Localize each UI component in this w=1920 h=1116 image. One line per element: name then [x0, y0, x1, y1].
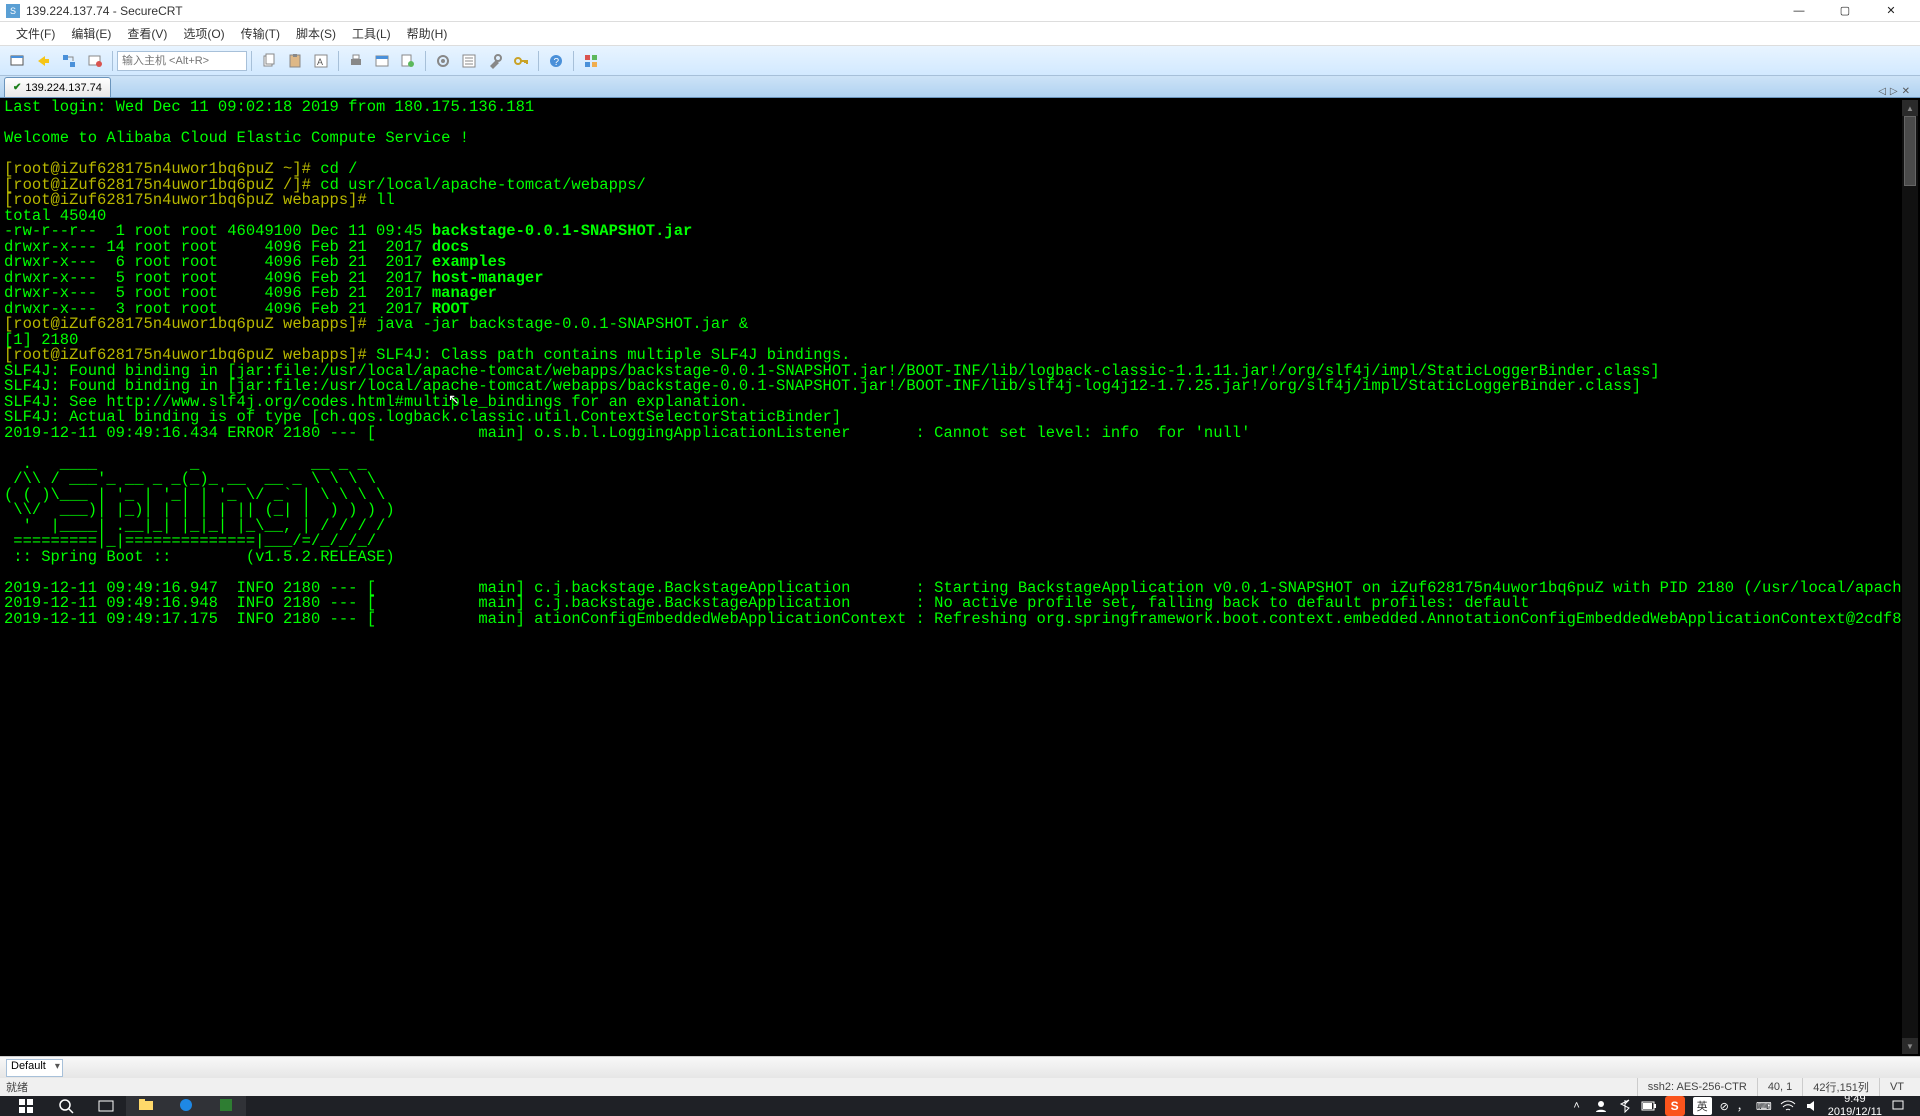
new-session-button[interactable] — [396, 49, 420, 73]
sogou-ime-icon[interactable]: S — [1665, 1096, 1685, 1116]
terminal-area[interactable]: Last login: Wed Dec 11 09:02:18 2019 fro… — [0, 98, 1920, 1056]
ime-language[interactable]: 英 — [1693, 1097, 1712, 1115]
toolbar-separator — [338, 51, 339, 71]
menu-script[interactable]: 脚本(S) — [288, 23, 344, 44]
battery-icon[interactable] — [1641, 1098, 1657, 1114]
menu-help[interactable]: 帮助(H) — [399, 23, 456, 44]
tab-label: 139.224.137.74 — [25, 82, 101, 94]
tools-button[interactable] — [483, 49, 507, 73]
start-button[interactable] — [6, 1096, 46, 1116]
status-ready: 就绪 — [6, 1079, 28, 1095]
ime-keyboard-icon[interactable]: ⌨ — [1756, 1100, 1772, 1113]
taskview-icon[interactable] — [86, 1096, 126, 1116]
scrollbar-thumb[interactable] — [1904, 116, 1916, 186]
maximize-button[interactable]: ▢ — [1822, 0, 1868, 21]
mouse-cursor-icon: ↖ — [448, 391, 460, 408]
svg-text:A: A — [317, 57, 323, 67]
wifi-icon[interactable] — [1780, 1098, 1796, 1114]
ime-punct-icon[interactable]: ， — [1737, 1098, 1748, 1114]
menu-options[interactable]: 选项(O) — [175, 23, 232, 44]
toolbar-separator — [112, 51, 113, 71]
ime-mode-icon[interactable]: ⊘ — [1720, 1100, 1729, 1113]
toolbar-separator — [573, 51, 574, 71]
toolbar-separator — [251, 51, 252, 71]
reconnect-button[interactable] — [57, 49, 81, 73]
toolbar: A ? — [0, 46, 1920, 76]
tab-bar: ✔ 139.224.137.74 ◁ ▷ ✕ — [0, 76, 1920, 98]
session-tab[interactable]: ✔ 139.224.137.74 — [4, 77, 111, 97]
menu-file[interactable]: 文件(F) — [8, 23, 63, 44]
toolbar-separator — [425, 51, 426, 71]
host-input[interactable] — [117, 51, 247, 71]
scrollbar-track[interactable] — [1902, 116, 1918, 1038]
toolbar-separator — [538, 51, 539, 71]
extra-button[interactable] — [579, 49, 603, 73]
session-options-button[interactable] — [457, 49, 481, 73]
taskbar-app-edge[interactable] — [166, 1096, 206, 1116]
status-cursor-pos: 40, 1 — [1757, 1078, 1802, 1096]
bluetooth-icon[interactable] — [1617, 1098, 1633, 1114]
taskbar-clock[interactable]: 9:49 2019/12/11 — [1828, 1096, 1882, 1116]
properties-button[interactable] — [370, 49, 394, 73]
clock-time: 9:49 — [1828, 1096, 1882, 1106]
window-title: 139.224.137.74 - SecureCRT — [26, 4, 1776, 18]
scroll-down-icon[interactable]: ▼ — [1902, 1038, 1918, 1054]
find-button[interactable]: A — [309, 49, 333, 73]
volume-icon[interactable] — [1804, 1098, 1820, 1114]
menu-bar: 文件(F) 编辑(E) 查看(V) 选项(O) 传输(T) 脚本(S) 工具(L… — [0, 22, 1920, 46]
status-bar: 就绪 ssh2: AES-256-CTR 40, 1 42行,151列 VT — [0, 1078, 1920, 1096]
tab-connected-icon: ✔ — [13, 82, 21, 93]
menu-transfer[interactable]: 传输(T) — [233, 23, 288, 44]
quick-connect-button[interactable] — [31, 49, 55, 73]
menu-edit[interactable]: 编辑(E) — [63, 23, 119, 44]
os-taskbar: ˄ S 英 ⊘ ， ⌨ 9:49 2019/12/11 — [0, 1096, 1920, 1116]
tab-extra-controls: ◁ ▷ ✕ — [1878, 86, 1916, 97]
options-button[interactable] — [431, 49, 455, 73]
disconnect-button[interactable] — [83, 49, 107, 73]
connect-button[interactable] — [5, 49, 29, 73]
menu-tools[interactable]: 工具(L) — [344, 23, 399, 44]
system-tray: ˄ S 英 ⊘ ， ⌨ 9:49 2019/12/11 — [1561, 1096, 1914, 1116]
key-button[interactable] — [509, 49, 533, 73]
status-encoding: VT — [1879, 1078, 1914, 1096]
tab-close-icon[interactable]: ✕ — [1902, 86, 1910, 97]
button-bar: Default — [0, 1056, 1920, 1078]
search-icon[interactable] — [46, 1096, 86, 1116]
tab-scroll-right-icon[interactable]: ▷ — [1890, 86, 1898, 97]
copy-button[interactable] — [257, 49, 281, 73]
taskbar-app-explorer[interactable] — [126, 1096, 166, 1116]
close-button[interactable]: ✕ — [1868, 0, 1914, 21]
help-button[interactable]: ? — [544, 49, 568, 73]
window-titlebar: S 139.224.137.74 - SecureCRT — ▢ ✕ — [0, 0, 1920, 22]
status-size: 42行,151列 — [1802, 1078, 1879, 1096]
people-icon[interactable] — [1593, 1098, 1609, 1114]
terminal-scrollbar[interactable]: ▲ ▼ — [1902, 100, 1918, 1054]
minimize-button[interactable]: — — [1776, 0, 1822, 21]
taskbar-app-securecrt[interactable] — [206, 1096, 246, 1116]
scroll-up-icon[interactable]: ▲ — [1902, 100, 1918, 116]
status-cipher: ssh2: AES-256-CTR — [1637, 1078, 1757, 1096]
paste-button[interactable] — [283, 49, 307, 73]
terminal-output[interactable]: Last login: Wed Dec 11 09:02:18 2019 fro… — [0, 98, 1902, 1056]
print-button[interactable] — [344, 49, 368, 73]
notifications-icon[interactable] — [1890, 1098, 1906, 1114]
clock-date: 2019/12/11 — [1828, 1106, 1882, 1116]
menu-view[interactable]: 查看(V) — [119, 23, 175, 44]
profile-select[interactable]: Default — [6, 1059, 63, 1077]
tray-overflow-icon[interactable]: ˄ — [1569, 1098, 1585, 1114]
app-icon: S — [6, 4, 20, 18]
tab-scroll-left-icon[interactable]: ◁ — [1878, 86, 1886, 97]
svg-text:?: ? — [554, 57, 560, 68]
